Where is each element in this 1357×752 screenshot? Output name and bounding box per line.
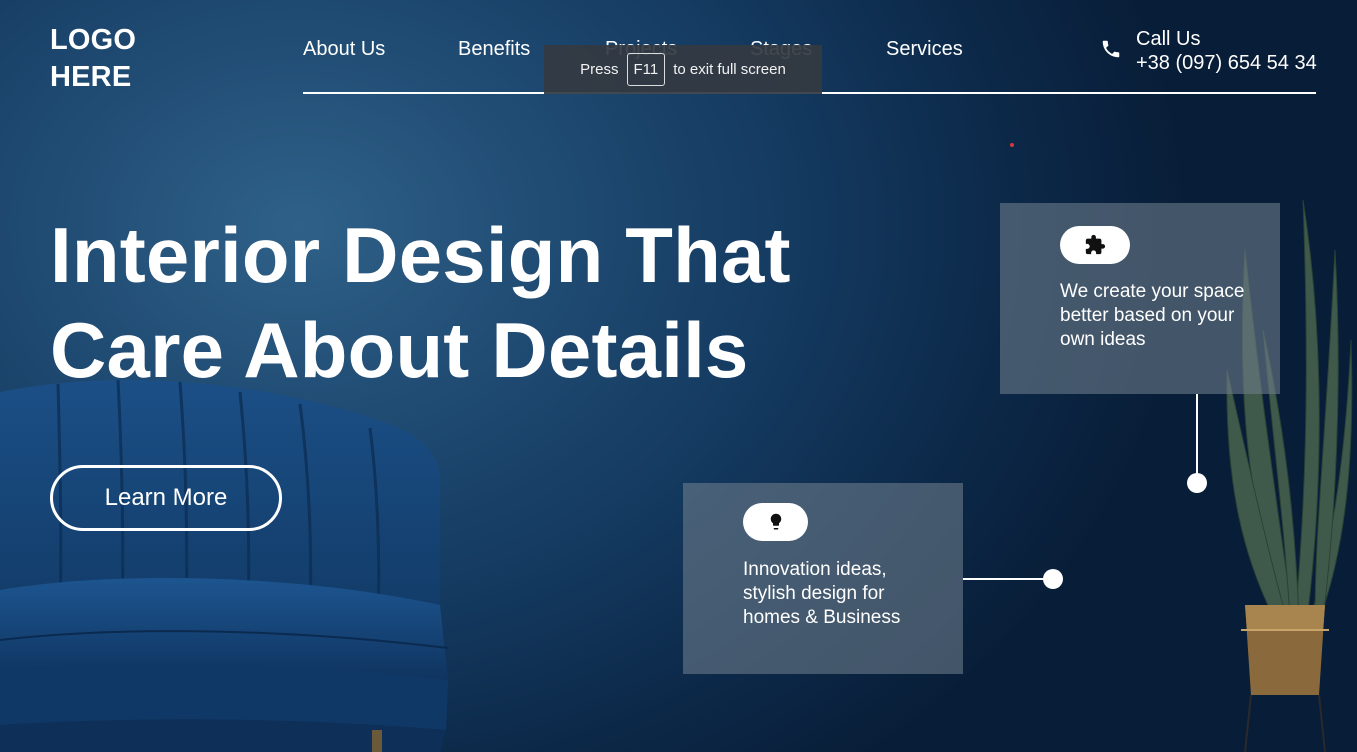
puzzle-icon — [1085, 234, 1106, 255]
hero-section: LOGO HERE About Us Benefits Projects Sta… — [0, 0, 1357, 752]
fullscreen-notice-suffix: to exit full screen — [673, 61, 786, 78]
learn-more-button[interactable]: Learn More — [50, 465, 282, 531]
f11-key: F11 — [626, 53, 666, 86]
phone-number[interactable]: +38 (097) 654 54 34 — [1136, 52, 1317, 75]
hero-title-line-1: Interior Design That — [50, 211, 791, 299]
call-us-label: Call Us — [1136, 28, 1201, 50]
connector-line — [963, 578, 1045, 580]
phone-icon — [1102, 40, 1120, 58]
hero-title: Interior Design That Care About Details — [50, 208, 850, 398]
nav-about-us[interactable]: About Us — [303, 38, 385, 61]
info-card-ideas: We create your space better based on you… — [1000, 203, 1280, 394]
hero-title-line-2: Care About Details — [50, 306, 749, 394]
fullscreen-notice-prefix: Press — [580, 61, 619, 78]
lightbulb-icon — [770, 513, 781, 530]
hotspot-dot[interactable] — [1043, 569, 1063, 589]
connector-line — [1196, 394, 1198, 474]
lightbulb-icon-badge — [743, 503, 808, 541]
decorative-dot — [1010, 143, 1014, 147]
info-card-ideas-text: We create your space better based on you… — [1060, 281, 1245, 350]
nav-benefits[interactable]: Benefits — [458, 38, 530, 61]
nav-services[interactable]: Services — [886, 38, 963, 61]
fullscreen-notice: Press F11 to exit full screen — [544, 45, 822, 94]
info-card-innovation: Innovation ideas, stylish design for hom… — [683, 483, 963, 674]
logo[interactable]: LOGO HERE — [50, 22, 150, 96]
info-card-innovation-text: Innovation ideas, stylish design for hom… — [743, 559, 901, 628]
hotspot-dot[interactable] — [1187, 473, 1207, 493]
armchair-image — [0, 380, 449, 752]
puzzle-icon-badge — [1060, 226, 1130, 264]
